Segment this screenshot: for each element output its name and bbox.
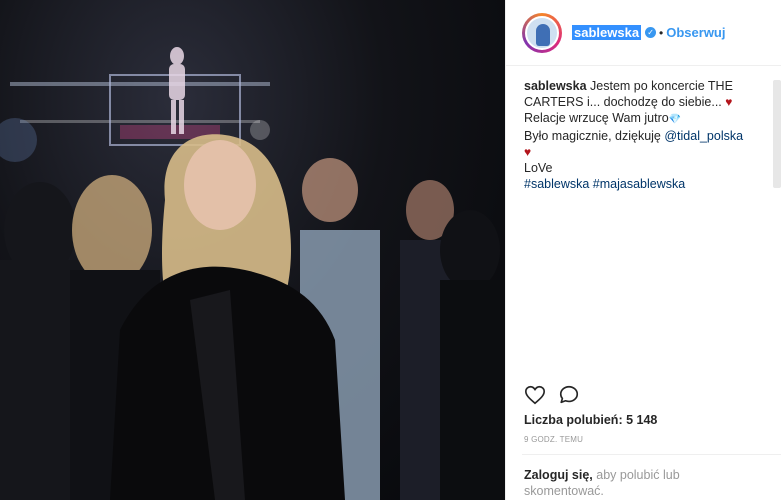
post-actions — [524, 384, 580, 406]
post-header: sablewska ✓ • Obserwuj — [506, 0, 781, 66]
username-link[interactable]: sablewska — [572, 25, 642, 40]
heart-outline-icon — [525, 385, 545, 405]
separator-dot: • — [659, 25, 664, 40]
likes-count[interactable]: Liczba polubień: 5 148 — [524, 413, 657, 427]
instagram-post: sablewska ✓ • Obserwuj sablewska Jestem … — [0, 0, 781, 500]
diamond-emoji-icon: 💎 — [668, 114, 682, 125]
caption-author-link[interactable]: sablewska — [524, 79, 587, 93]
mention-link[interactable]: @tidal_polska — [664, 129, 743, 143]
avatar-image — [525, 15, 559, 50]
caption-line-3: Było magicznie, dziękuję — [524, 129, 661, 143]
post-caption: sablewska Jestem po koncercie THE CARTER… — [506, 66, 781, 192]
heart-emoji-icon: ♥ — [725, 95, 733, 109]
caption-line-2: Relacje wrzucę Wam jutro — [524, 111, 669, 125]
post-sidebar: sablewska ✓ • Obserwuj sablewska Jestem … — [505, 0, 781, 500]
caption-scrollbar[interactable] — [773, 80, 781, 188]
login-link[interactable]: Zaloguj się, — [524, 468, 593, 482]
login-prompt: Zaloguj się, aby polubić lub skomentować… — [524, 467, 724, 499]
divider — [522, 454, 781, 455]
heart-emoji-icon: ♥ — [524, 145, 532, 159]
comment-bubble-icon — [559, 385, 579, 404]
hashtags-link[interactable]: #sablewska #majasablewska — [524, 177, 685, 191]
caption-line-4: LoVe — [524, 161, 553, 175]
like-button[interactable] — [524, 384, 546, 406]
follow-button[interactable]: Obserwuj — [666, 25, 725, 40]
concert-photo-illustration — [0, 47, 505, 500]
post-photo[interactable] — [0, 0, 505, 500]
avatar[interactable] — [522, 12, 562, 53]
comment-button[interactable] — [558, 384, 580, 406]
verified-badge-icon: ✓ — [645, 27, 657, 38]
post-timestamp[interactable]: 9 GODZ. TEMU — [524, 435, 583, 444]
